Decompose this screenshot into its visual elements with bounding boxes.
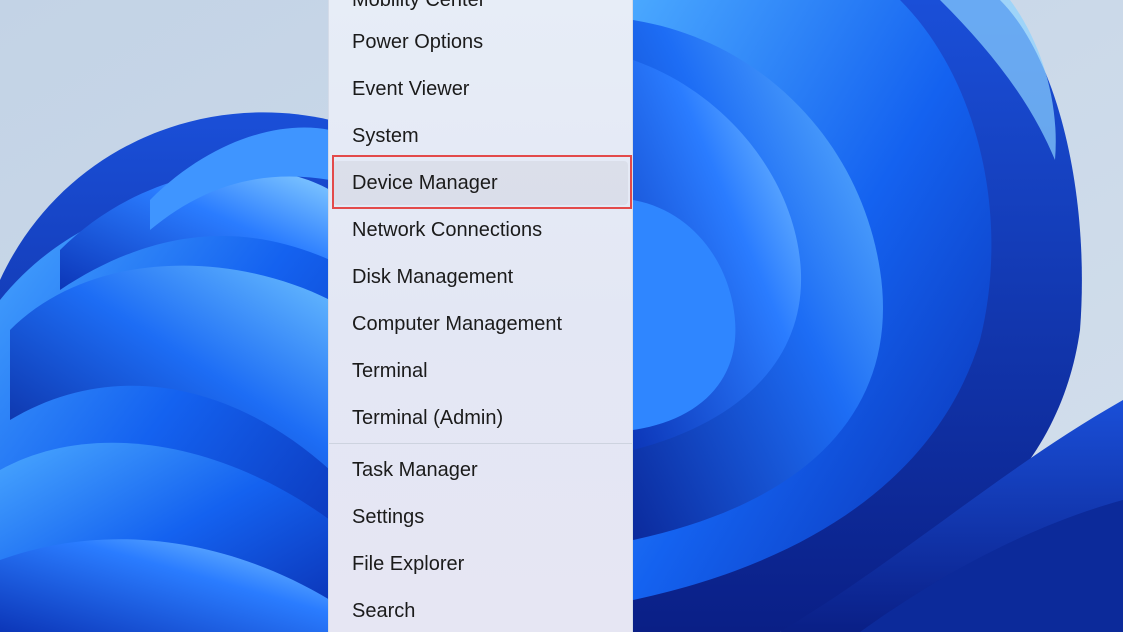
menu-item-system[interactable]: System bbox=[333, 114, 628, 158]
menu-item-label: Mobility Center bbox=[352, 0, 485, 12]
menu-item-event-viewer[interactable]: Event Viewer bbox=[333, 67, 628, 111]
menu-item-settings[interactable]: Settings bbox=[333, 495, 628, 539]
menu-item-label: System bbox=[352, 124, 419, 147]
menu-item-label: Network Connections bbox=[352, 218, 543, 241]
menu-item-disk-management[interactable]: Disk Management bbox=[333, 255, 628, 299]
menu-item-label: Computer Management bbox=[352, 312, 563, 335]
menu-item-power-options[interactable]: Power Options bbox=[333, 20, 628, 64]
menu-item-computer-management[interactable]: Computer Management bbox=[333, 302, 628, 346]
menu-item-label: Disk Management bbox=[352, 265, 514, 288]
menu-item-file-explorer[interactable]: File Explorer bbox=[333, 542, 628, 586]
menu-separator bbox=[329, 443, 632, 444]
menu-item-label: Search bbox=[352, 599, 416, 622]
menu-item-terminal-admin[interactable]: Terminal (Admin) bbox=[333, 396, 628, 440]
menu-item-label: Task Manager bbox=[352, 458, 478, 481]
menu-item-label: Event Viewer bbox=[352, 77, 470, 100]
menu-item-label: Settings bbox=[352, 505, 425, 528]
menu-item-network-connections[interactable]: Network Connections bbox=[333, 208, 628, 252]
menu-item-label: Device Manager bbox=[352, 171, 498, 194]
menu-item-label: Terminal (Admin) bbox=[352, 406, 504, 429]
menu-item-label: Terminal bbox=[352, 359, 428, 382]
menu-item-device-manager[interactable]: Device Manager bbox=[333, 161, 628, 205]
menu-item-terminal[interactable]: Terminal bbox=[333, 349, 628, 393]
menu-item-label: Power Options bbox=[352, 30, 484, 53]
menu-item-label: File Explorer bbox=[352, 552, 465, 575]
quick-link-context-menu: Mobility Center Power Options Event View… bbox=[328, 0, 633, 632]
menu-item-task-manager[interactable]: Task Manager bbox=[333, 448, 628, 492]
menu-item-mobility-center[interactable]: Mobility Center bbox=[333, 0, 628, 22]
menu-item-search[interactable]: Search bbox=[333, 589, 628, 632]
